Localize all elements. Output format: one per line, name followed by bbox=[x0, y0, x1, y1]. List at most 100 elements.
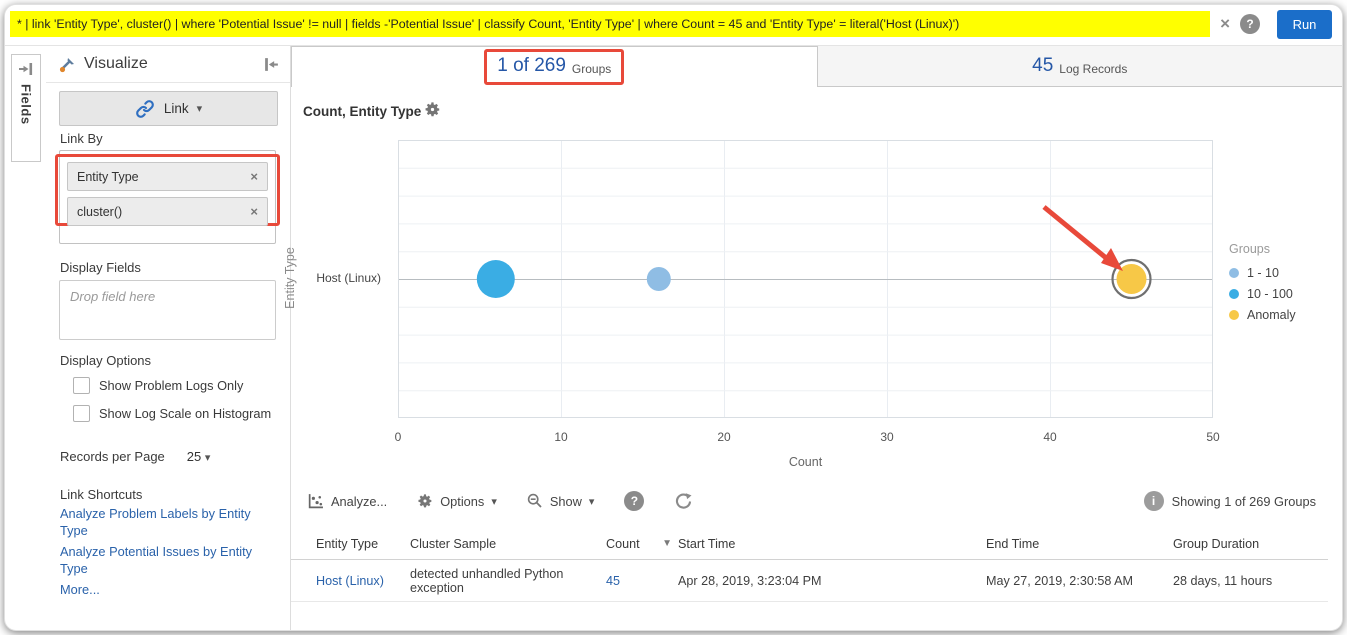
log-records-caption: Log Records bbox=[1059, 57, 1127, 76]
legend-dot-small-blue bbox=[1229, 268, 1239, 278]
link-by-label: Link By bbox=[60, 131, 103, 146]
legend-item: 10 - 100 bbox=[1229, 287, 1296, 301]
analyze-button[interactable]: Analyze... bbox=[307, 493, 387, 510]
cell-group-duration: 28 days, 11 hours bbox=[1173, 574, 1328, 588]
chevron-down-icon: ▾ bbox=[197, 102, 203, 115]
bubble-chart[interactable] bbox=[398, 140, 1213, 418]
query-input[interactable]: * | link 'Entity Type', cluster() | wher… bbox=[10, 11, 1210, 37]
show-problem-logs-checkbox[interactable] bbox=[73, 377, 90, 394]
records-per-page-select[interactable]: 25 bbox=[187, 449, 201, 464]
refresh-icon[interactable] bbox=[674, 492, 693, 511]
chevron-down-icon[interactable]: ▾ bbox=[205, 452, 211, 464]
legend-dot-blue bbox=[1229, 289, 1239, 299]
chip-remove-icon[interactable]: × bbox=[250, 204, 258, 219]
x-tick: 30 bbox=[880, 430, 893, 444]
tab-groups[interactable]: 1 of 269 Groups bbox=[291, 46, 818, 87]
link-dropdown-button[interactable]: Link ▾ bbox=[59, 91, 278, 126]
display-options-label: Display Options bbox=[60, 353, 151, 368]
col-start-time[interactable]: Start Time bbox=[678, 537, 986, 551]
annotation-box-groups-tab: 1 of 269 Groups bbox=[484, 49, 624, 85]
clear-query-icon[interactable]: × bbox=[1220, 13, 1230, 35]
shortcut-link-problem-labels[interactable]: Analyze Problem Labels by Entity Type bbox=[60, 505, 270, 539]
checkbox-row: Show Problem Logs Only bbox=[73, 377, 243, 394]
legend-label: 10 - 100 bbox=[1247, 287, 1293, 301]
legend-label: Anomaly bbox=[1247, 308, 1296, 322]
link-by-chip[interactable]: Entity Type × bbox=[67, 162, 268, 191]
app-window: * | link 'Entity Type', cluster() | wher… bbox=[4, 4, 1343, 631]
bubble-1 - 10[interactable] bbox=[647, 267, 671, 291]
showing-status: i Showing 1 of 269 Groups bbox=[1144, 486, 1316, 516]
chevron-down-icon: ▾ bbox=[491, 495, 497, 508]
chart-gridlines bbox=[398, 140, 1213, 418]
legend-item: 1 - 10 bbox=[1229, 266, 1296, 280]
display-fields-dropzone[interactable]: Drop field here bbox=[59, 280, 276, 340]
records-per-page-row: Records per Page 25 ▾ bbox=[60, 449, 210, 464]
col-group-duration[interactable]: Group Duration bbox=[1173, 537, 1328, 551]
chevron-down-icon: ▾ bbox=[589, 495, 595, 508]
query-help-icon[interactable]: ? bbox=[1240, 14, 1260, 34]
annotation-box-chips: Entity Type × cluster() × bbox=[55, 154, 280, 226]
main-panel: 1 of 269 Groups 45 Log Records Count, En… bbox=[291, 46, 1342, 630]
x-tick: 50 bbox=[1206, 430, 1219, 444]
x-axis-ticks: 0 10 20 30 40 50 bbox=[398, 430, 1213, 446]
cell-entity-type-link[interactable]: Host (Linux) bbox=[316, 574, 410, 588]
run-button[interactable]: Run bbox=[1277, 10, 1332, 39]
chart-legend: Groups 1 - 10 10 - 100 Anomaly bbox=[1229, 242, 1296, 322]
panel-expand-icon bbox=[18, 61, 34, 77]
annotation-arrow bbox=[1044, 207, 1123, 271]
analyze-label: Analyze... bbox=[331, 494, 387, 509]
link-by-listbox: Entity Type × cluster() × bbox=[59, 150, 276, 244]
link-by-chip[interactable]: cluster() × bbox=[67, 197, 268, 226]
col-cluster-sample[interactable]: Cluster Sample bbox=[410, 537, 606, 551]
link-icon bbox=[135, 99, 155, 119]
legend-label: 1 - 10 bbox=[1247, 266, 1279, 280]
panel-title: Visualize bbox=[84, 55, 263, 73]
x-tick: 40 bbox=[1043, 430, 1056, 444]
tab-log-records[interactable]: 45 Log Records bbox=[818, 46, 1343, 87]
fields-tab-label: Fields bbox=[19, 84, 34, 125]
cell-end-time: May 27, 2019, 2:30:58 AM bbox=[986, 574, 1173, 588]
category-label: Host (Linux) bbox=[291, 271, 390, 285]
result-tabs: 1 of 269 Groups 45 Log Records bbox=[291, 46, 1342, 87]
sort-desc-icon[interactable]: ▼ bbox=[662, 538, 672, 549]
records-per-page-label: Records per Page bbox=[60, 449, 165, 464]
legend-item: Anomaly bbox=[1229, 308, 1296, 322]
x-tick: 20 bbox=[717, 430, 730, 444]
visualize-icon bbox=[58, 55, 77, 74]
table-row[interactable]: Host (Linux) detected unhandled Python e… bbox=[291, 560, 1328, 602]
col-entity-type[interactable]: Entity Type bbox=[316, 537, 410, 551]
link-dropdown-label: Link bbox=[164, 101, 189, 116]
collapse-panel-icon[interactable] bbox=[263, 56, 280, 73]
checkbox-label: Show Problem Logs Only bbox=[99, 378, 243, 393]
cell-cluster-sample: detected unhandled Python exception bbox=[410, 567, 606, 595]
col-end-time[interactable]: End Time bbox=[986, 537, 1173, 551]
cell-start-time: Apr 28, 2019, 3:23:04 PM bbox=[678, 574, 986, 588]
query-bar: * | link 'Entity Type', cluster() | wher… bbox=[5, 5, 1342, 46]
cell-count-link[interactable]: 45 bbox=[606, 574, 620, 588]
x-axis-label: Count bbox=[398, 455, 1213, 469]
col-count[interactable]: Count ▼ bbox=[606, 537, 678, 551]
visualize-panel: Visualize Link ▾ Link By Entity Type × bbox=[46, 46, 291, 630]
x-tick: 10 bbox=[554, 430, 567, 444]
shortcut-link-potential-issues[interactable]: Analyze Potential Issues by Entity Type bbox=[60, 543, 270, 577]
chart-title: Count, Entity Type bbox=[303, 104, 421, 119]
showing-text: Showing 1 of 269 Groups bbox=[1172, 494, 1316, 509]
options-dropdown[interactable]: Options ▾ bbox=[417, 493, 497, 509]
groups-count: 1 of 269 bbox=[497, 55, 566, 77]
legend-title: Groups bbox=[1229, 242, 1296, 256]
bubble-10 - 100[interactable] bbox=[477, 260, 515, 298]
chip-label: Entity Type bbox=[77, 170, 139, 184]
checkbox-label: Show Log Scale on Histogram bbox=[99, 406, 271, 421]
fields-panel-tab[interactable]: Fields bbox=[11, 54, 41, 162]
chart-settings-gear-icon[interactable] bbox=[424, 101, 441, 123]
show-label: Show bbox=[550, 494, 582, 509]
show-dropdown[interactable]: Show ▾ bbox=[527, 493, 595, 509]
show-log-scale-checkbox[interactable] bbox=[73, 405, 90, 422]
count-header-label: Count bbox=[606, 537, 640, 551]
chip-remove-icon[interactable]: × bbox=[250, 169, 258, 184]
groups-caption: Groups bbox=[572, 57, 611, 76]
visualize-header: Visualize bbox=[46, 46, 290, 83]
chip-label: cluster() bbox=[77, 205, 122, 219]
table-help-icon[interactable]: ? bbox=[624, 491, 644, 511]
shortcut-link-more[interactable]: More... bbox=[60, 581, 270, 598]
